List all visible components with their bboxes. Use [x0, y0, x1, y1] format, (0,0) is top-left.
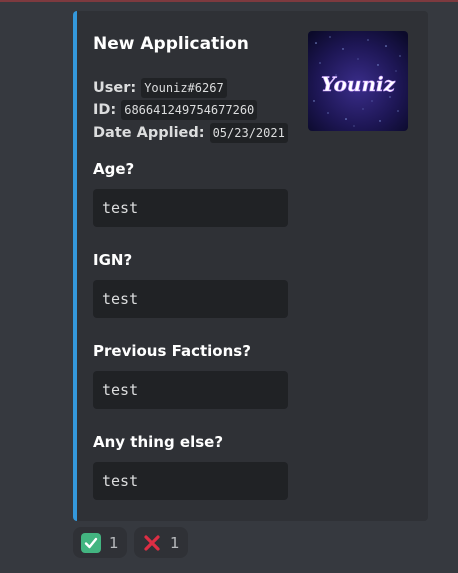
- thumbnail-text: Youniz: [321, 72, 396, 96]
- user-value[interactable]: Youniz#6267: [141, 78, 227, 98]
- user-row: User: Youniz#6267: [93, 77, 227, 99]
- reaction-cross-count: 1: [170, 533, 180, 552]
- id-row: ID: 686641249754677260: [93, 99, 258, 121]
- id-label: ID:: [93, 102, 117, 118]
- check-mark-icon: [81, 532, 101, 553]
- field-previous-factions-value[interactable]: test: [93, 371, 288, 409]
- application-embed: New Application User: Youniz#6267 ID: 68…: [73, 11, 428, 521]
- field-age-value[interactable]: test: [93, 189, 288, 227]
- field-ign-name: IGN?: [93, 251, 133, 269]
- field-ign-value[interactable]: test: [93, 280, 288, 318]
- user-label: User:: [93, 80, 137, 96]
- field-previous-factions-name: Previous Factions?: [93, 342, 251, 360]
- field-age-name: Age?: [93, 160, 135, 178]
- embed-thumbnail[interactable]: Youniz: [308, 31, 408, 131]
- thumbnail-image: Youniz: [308, 31, 408, 131]
- reaction-check[interactable]: 1: [73, 527, 127, 558]
- date-applied-label: Date Applied:: [93, 125, 205, 141]
- field-anything-else-value[interactable]: test: [93, 462, 288, 500]
- date-applied-value[interactable]: 05/23/2021: [209, 123, 288, 143]
- message-area: New Application User: Youniz#6267 ID: 68…: [0, 0, 458, 573]
- reaction-check-count: 1: [109, 533, 119, 552]
- reaction-cross[interactable]: 1: [134, 527, 188, 558]
- field-anything-else-name: Any thing else?: [93, 433, 224, 451]
- date-applied-row: Date Applied: 05/23/2021: [93, 122, 288, 144]
- cross-mark-icon: [142, 533, 162, 553]
- id-value[interactable]: 686641249754677260: [121, 100, 258, 120]
- embed-title: New Application: [93, 34, 249, 54]
- new-messages-divider: [0, 0, 458, 2]
